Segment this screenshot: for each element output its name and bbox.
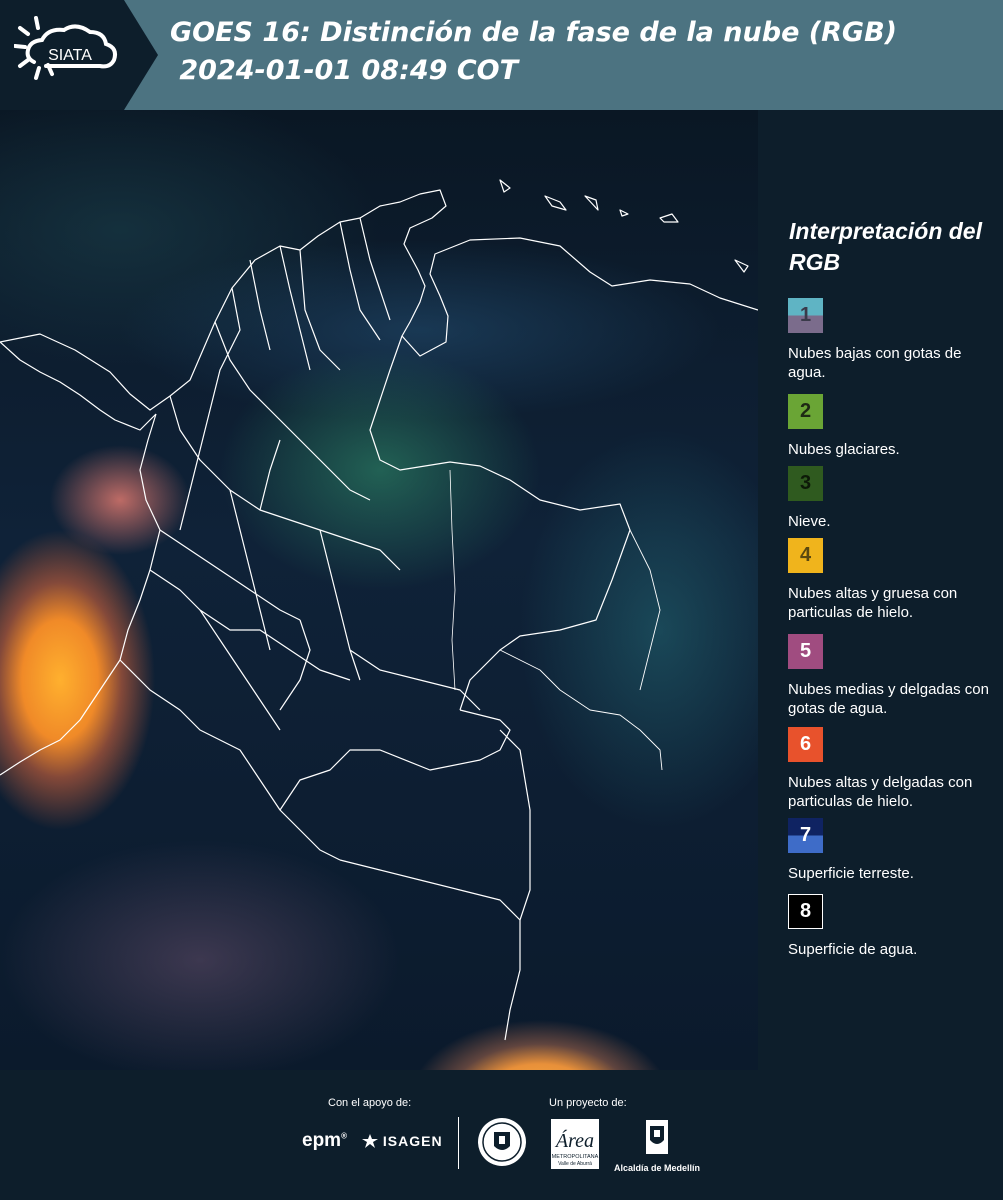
legend-number-4: 4 (799, 544, 812, 566)
island-trinidad (734, 259, 749, 273)
legend-item-3: 3 Nieve. (788, 466, 1003, 531)
legend-swatch-2: 2 (788, 394, 823, 429)
island-curacao (544, 195, 567, 211)
island-margarita (659, 213, 679, 223)
legend-number-5: 5 (799, 640, 812, 662)
support-label: Con el apoyo de: (328, 1097, 412, 1109)
dept-borders (149, 221, 481, 731)
legend-swatch-7: 7 (788, 818, 823, 853)
header-bar: SIATA GOES 16: Distinción de la fase de … (0, 0, 1003, 110)
legend-panel: Interpretación del RGB 1 Nubes bajas con… (762, 110, 1003, 1070)
area-metropolitana-logo: Área METROPOLITANA Valle de Aburrá (551, 1119, 599, 1174)
isagen-logo-text: ISAGEN (382, 1133, 443, 1149)
legend-description-7: Superficie terreste. (788, 865, 914, 882)
project-label: Un proyecto de: (549, 1097, 627, 1109)
footer-divider (458, 1117, 459, 1169)
legend-item-5: 5 Nubes medias y delgadas con gotas de a… (788, 634, 1003, 718)
border-colombia-brazil (279, 709, 511, 811)
legend-swatch-8: 8 (788, 894, 823, 929)
legend-description-2: Nubes glaciares. (788, 441, 900, 458)
legend-item-6: 6 Nubes altas y delgadas con particulas … (788, 727, 1003, 811)
border-brazil-thin (449, 469, 456, 691)
siata-logo: SIATA (0, 0, 158, 110)
title-line-2: 2024-01-01 08:49 COT (170, 55, 519, 86)
legend-swatch-6: 6 (788, 727, 823, 762)
legend-description-5: Nubes medias y delgadas con gotas de agu… (788, 681, 989, 717)
legend-swatch-3: 3 (788, 466, 823, 501)
legend-swatch-4: 4 (788, 538, 823, 573)
island-aruba (499, 179, 511, 193)
university-seal-icon (478, 1118, 526, 1166)
legend-swatch-5: 5 (788, 634, 823, 669)
page-title: GOES 16: Distinción de la fase de la nub… (170, 14, 897, 90)
legend-description-6: Nubes altas y delgadas con particulas de… (788, 774, 973, 810)
area-logo-mark: Área METROPOLITANA Valle de Aburrá (551, 1119, 599, 1169)
epm-logo: epm® (302, 1130, 347, 1151)
legend-title: Interpretación del RGB (789, 218, 982, 275)
title-line-1: GOES 16: Distinción de la fase de la nub… (170, 17, 897, 48)
siata-cloud-icon: SIATA (14, 16, 117, 80)
legend-swatch-1: 1 (788, 298, 823, 333)
borders-overlay (0, 179, 758, 1041)
legend-item-8: 8 Superficie de agua. (788, 894, 1003, 959)
svg-text:Valle de Aburrá: Valle de Aburrá (558, 1161, 592, 1167)
legend-number-1: 1 (799, 304, 812, 326)
isagen-logo: ISAGEN (362, 1133, 443, 1149)
svg-text:SIATA: SIATA (48, 47, 92, 64)
border-colombia-venezuela (369, 335, 631, 711)
legend-number-6: 6 (799, 733, 812, 755)
legend-item-2: 2 Nubes glaciares. (788, 394, 1003, 459)
legend-item-7: 7 Superficie terreste. (788, 818, 1003, 883)
legend-description-3: Nieve. (788, 513, 831, 530)
legend-number-3: 3 (799, 472, 812, 494)
border-guyana (629, 529, 661, 691)
svg-text:Área: Área (554, 1129, 594, 1152)
legend-item-1: 1 Nubes bajas con gotas de agua. (788, 298, 1003, 382)
satellite-rgb-map (0, 110, 758, 1070)
alcaldia-label: Alcaldía de Medellín (613, 1163, 701, 1173)
border-ecuador (119, 659, 341, 861)
legend-number-8: 8 (799, 900, 812, 922)
dept-borders-north (279, 217, 391, 371)
legend-description-4: Nubes altas y gruesa con particulas de h… (788, 585, 958, 621)
coastline-north (0, 189, 758, 411)
coastline-pacific (0, 413, 161, 776)
legend-number-2: 2 (799, 400, 812, 422)
island-blanquilla (619, 209, 629, 217)
legend-description-8: Superficie de agua. (788, 941, 918, 958)
border-peru (339, 859, 521, 1041)
alcaldia-medellin-logo: Alcaldía de Medellín (612, 1118, 702, 1173)
svg-text:METROPOLITANA: METROPOLITANA (552, 1154, 599, 1160)
medellin-shield-icon (646, 1120, 668, 1154)
legend-description-1: Nubes bajas con gotas de agua. (788, 345, 962, 381)
border-venezuela-brazil (499, 649, 663, 771)
legend-number-7: 7 (799, 824, 812, 846)
isagen-star-icon (362, 1134, 378, 1148)
coastline-panama (0, 341, 157, 431)
legend-item-4: 4 Nubes altas y gruesa con particulas de… (788, 538, 1003, 622)
epm-logo-text: epm (302, 1130, 342, 1151)
island-bonaire (584, 195, 599, 211)
border-leticia (499, 729, 531, 921)
footer-sponsors: Con el apoyo de: Un proyecto de: epm® IS… (0, 1070, 1003, 1200)
